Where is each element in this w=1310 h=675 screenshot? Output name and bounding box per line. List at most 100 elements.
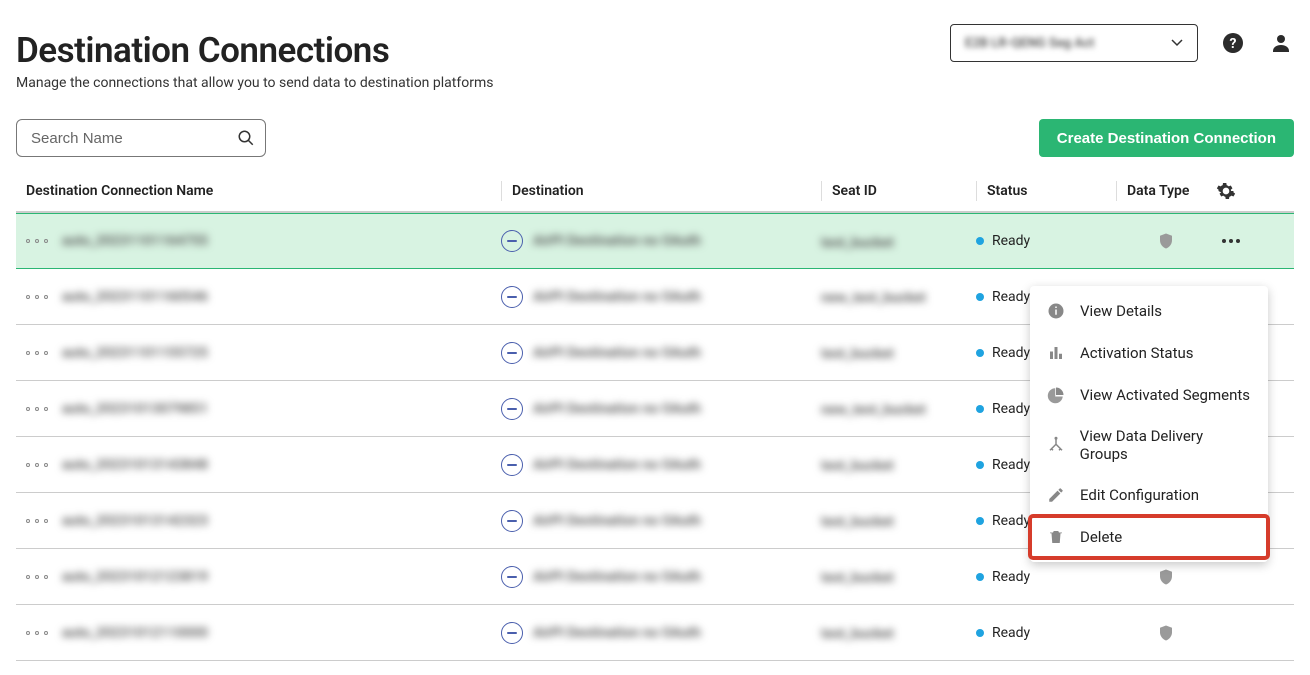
destination-label: AirPI Destination no OAuth (533, 569, 701, 585)
connection-name: auto_20231012110000 (62, 625, 208, 641)
connection-name: auto_20231101155725 (62, 345, 208, 361)
status-dot-icon (976, 293, 984, 301)
destination-badge-icon (501, 622, 523, 644)
destination-label: AirPI Destination no OAuth (533, 289, 701, 305)
table-settings-icon[interactable] (1216, 181, 1236, 201)
search-input-container[interactable] (16, 119, 266, 157)
account-selector-label: E2B LR-QENG Seg Act (965, 36, 1094, 51)
destination-badge-icon (501, 286, 523, 308)
status-dot-icon (976, 349, 984, 357)
menu-item-label: Delete (1080, 528, 1122, 546)
status-dot-icon (976, 517, 984, 525)
menu-view-activated-segments[interactable]: View Activated Segments (1030, 374, 1268, 416)
menu-activation-status[interactable]: Activation Status (1030, 332, 1268, 374)
destination-badge-icon (501, 454, 523, 476)
status-label: Ready (992, 569, 1030, 585)
status-label: Ready (992, 233, 1030, 249)
status-label: Ready (992, 513, 1030, 529)
col-header-destination[interactable]: Destination (501, 181, 821, 201)
connection-icon (26, 347, 48, 359)
branch-icon (1046, 435, 1066, 455)
connection-icon (26, 627, 48, 639)
info-icon (1046, 301, 1066, 321)
menu-edit-configuration[interactable]: Edit Configuration (1030, 474, 1268, 516)
destination-badge-icon (501, 342, 523, 364)
chevron-down-icon (1171, 39, 1183, 47)
row-more-actions-button[interactable] (1216, 239, 1246, 243)
seat-id: test_bucket (821, 570, 894, 586)
connection-name: auto_20231101160546 (62, 289, 208, 305)
table-row[interactable]: auto_20231101164755 AirPI Destination no… (16, 213, 1294, 269)
menu-delete[interactable]: Delete (1030, 516, 1268, 558)
destination-badge-icon (501, 566, 523, 588)
destination-label: AirPI Destination no OAuth (533, 345, 701, 361)
connection-name: auto_20231012123819 (62, 569, 208, 585)
page-title: Destination Connections (16, 30, 493, 71)
menu-view-details[interactable]: View Details (1030, 290, 1268, 332)
status-dot-icon (976, 629, 984, 637)
menu-item-label: View Activated Segments (1080, 386, 1250, 404)
col-header-status[interactable]: Status (976, 181, 1116, 201)
destination-label: AirPI Destination no OAuth (533, 233, 701, 249)
menu-item-label: Edit Configuration (1080, 486, 1199, 504)
connection-name: auto_20231013142323 (62, 513, 208, 529)
connection-name: auto_20231013079851 (62, 401, 208, 417)
help-icon[interactable]: ? (1220, 30, 1246, 56)
shield-icon (1157, 567, 1175, 587)
row-actions-menu: View Details Activation Status View Acti… (1030, 286, 1268, 562)
status-label: Ready (992, 345, 1030, 361)
status-dot-icon (976, 237, 984, 245)
status-dot-icon (976, 461, 984, 469)
destination-label: AirPI Destination no OAuth (533, 457, 701, 473)
connection-icon (26, 571, 48, 583)
search-input[interactable] (29, 129, 237, 148)
seat-id: test_bucket (821, 458, 894, 474)
connection-icon (26, 291, 48, 303)
connection-icon (26, 403, 48, 415)
menu-item-label: Activation Status (1080, 344, 1194, 362)
search-icon (237, 129, 255, 147)
status-label: Ready (992, 457, 1030, 473)
destination-label: AirPI Destination no OAuth (533, 625, 701, 641)
col-header-data-type[interactable]: Data Type (1116, 181, 1216, 201)
menu-view-data-delivery-groups[interactable]: View Data Delivery Groups (1030, 416, 1268, 474)
connection-icon (26, 515, 48, 527)
connection-name: auto_20231101164755 (62, 233, 208, 249)
destination-badge-icon (501, 398, 523, 420)
status-label: Ready (992, 625, 1030, 641)
status-dot-icon (976, 573, 984, 581)
trash-icon (1046, 527, 1066, 547)
svg-text:?: ? (1230, 36, 1237, 52)
shield-icon (1157, 623, 1175, 643)
account-selector[interactable]: E2B LR-QENG Seg Act (950, 24, 1198, 62)
bar-chart-icon (1046, 343, 1066, 363)
destination-badge-icon (501, 510, 523, 532)
status-label: Ready (992, 289, 1030, 305)
table-header: Destination Connection Name Destination … (16, 171, 1294, 213)
connection-name: auto_20231013143848 (62, 457, 208, 473)
seat-id: test_bucket (821, 514, 894, 530)
pencil-icon (1046, 485, 1066, 505)
table-row[interactable]: auto_20231012110000 AirPI Destination no… (16, 605, 1294, 661)
connection-icon (26, 235, 48, 247)
page-subtitle: Manage the connections that allow you to… (16, 75, 493, 91)
menu-item-label: View Data Delivery Groups (1080, 427, 1252, 463)
status-label: Ready (992, 401, 1030, 417)
col-header-seat[interactable]: Seat ID (821, 181, 976, 201)
connection-icon (26, 459, 48, 471)
menu-item-label: View Details (1080, 302, 1162, 320)
seat-id: test_bucket (821, 626, 894, 642)
destination-badge-icon (501, 230, 523, 252)
pie-chart-icon (1046, 385, 1066, 405)
status-dot-icon (976, 405, 984, 413)
user-profile-icon[interactable] (1268, 30, 1294, 56)
seat-id: test_bucket (821, 235, 894, 251)
destination-label: AirPI Destination no OAuth (533, 401, 701, 417)
seat-id: test_bucket (821, 346, 894, 362)
create-destination-connection-button[interactable]: Create Destination Connection (1039, 119, 1294, 157)
seat-id: new_test_bucket (821, 290, 926, 306)
col-header-name[interactable]: Destination Connection Name (26, 183, 501, 199)
shield-icon (1157, 231, 1175, 251)
seat-id: new_test_bucket (821, 402, 926, 418)
destination-label: AirPI Destination no OAuth (533, 513, 701, 529)
